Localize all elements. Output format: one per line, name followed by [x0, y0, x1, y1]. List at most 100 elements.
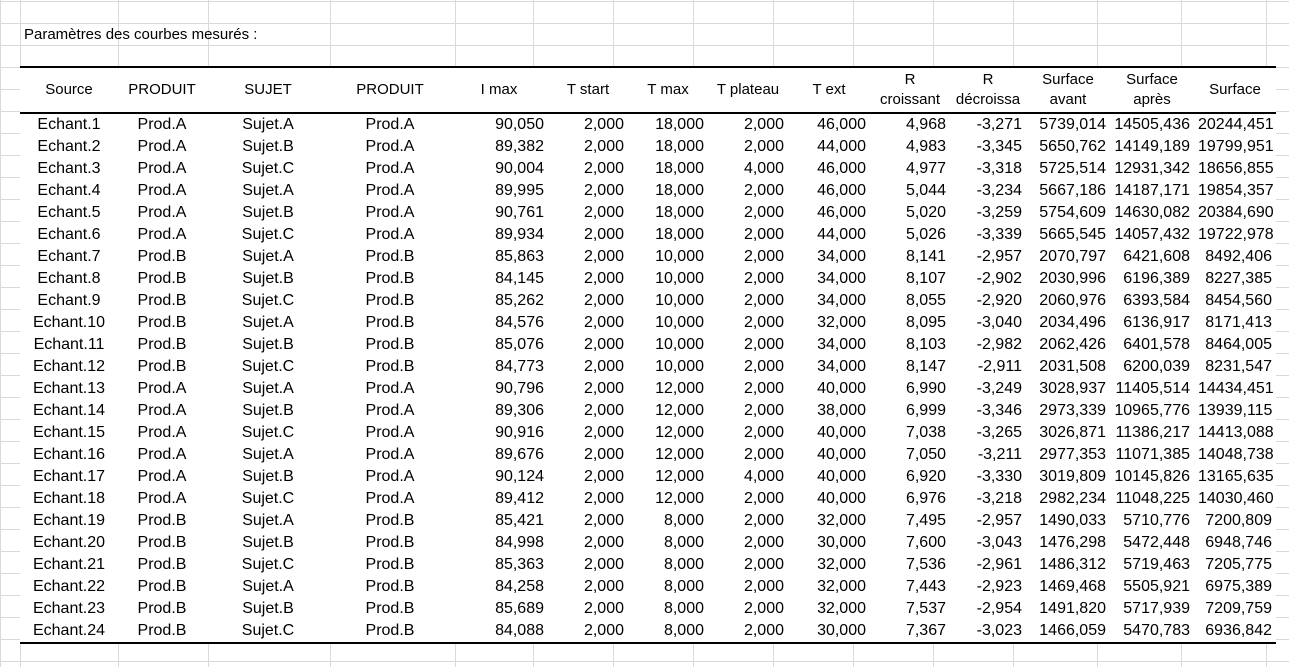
cell-source[interactable]: Echant.1: [20, 113, 118, 136]
header-t-plateau[interactable]: T plateau: [708, 66, 788, 114]
cell-r-decroissant[interactable]: -3,023: [950, 620, 1026, 644]
cell-produit[interactable]: Prod.A: [118, 444, 206, 466]
cell-t-max[interactable]: 8,000: [628, 554, 708, 576]
cell-t-start[interactable]: 2,000: [548, 532, 628, 554]
cell-t-ext[interactable]: 44,000: [788, 136, 870, 158]
cell-sujet[interactable]: Sujet.B: [206, 466, 330, 488]
cell-t-plateau[interactable]: 2,000: [708, 620, 788, 644]
sheet-title-cell[interactable]: Paramètres des courbes mesurés :: [24, 24, 257, 46]
header-r-decroissant[interactable]: Rdécroissa: [950, 66, 1026, 114]
cell-i-max[interactable]: 90,124: [450, 466, 548, 488]
cell-produit[interactable]: Prod.B: [118, 246, 206, 268]
header-r-croissant[interactable]: Rcroissant: [870, 66, 950, 114]
cell-surface-apres[interactable]: 14149,189: [1110, 136, 1194, 158]
cell-surface[interactable]: 13939,115: [1194, 400, 1276, 422]
cell-r-croissant[interactable]: 7,443: [870, 576, 950, 598]
cell-t-ext[interactable]: 30,000: [788, 620, 870, 644]
cell-i-max[interactable]: 90,050: [450, 113, 548, 136]
cell-t-ext[interactable]: 44,000: [788, 224, 870, 246]
cell-produit[interactable]: Prod.A: [118, 136, 206, 158]
cell-produit-2[interactable]: Prod.A: [330, 444, 450, 466]
cell-surface-apres[interactable]: 6136,917: [1110, 312, 1194, 334]
cell-surface-avant[interactable]: 5739,014: [1026, 113, 1110, 136]
cell-produit[interactable]: Prod.A: [118, 224, 206, 246]
cell-t-start[interactable]: 2,000: [548, 488, 628, 510]
cell-source[interactable]: Echant.2: [20, 136, 118, 158]
cell-surface-apres[interactable]: 14505,436: [1110, 113, 1194, 136]
cell-surface[interactable]: 8231,547: [1194, 356, 1276, 378]
cell-sujet[interactable]: Sujet.A: [206, 444, 330, 466]
cell-r-decroissant[interactable]: -3,271: [950, 113, 1026, 136]
cell-t-max[interactable]: 12,000: [628, 422, 708, 444]
cell-produit[interactable]: Prod.B: [118, 598, 206, 620]
cell-t-max[interactable]: 8,000: [628, 510, 708, 532]
cell-produit-2[interactable]: Prod.A: [330, 224, 450, 246]
cell-t-plateau[interactable]: 2,000: [708, 532, 788, 554]
cell-surface[interactable]: 14434,451: [1194, 378, 1276, 400]
cell-t-ext[interactable]: 34,000: [788, 356, 870, 378]
cell-source[interactable]: Echant.4: [20, 180, 118, 202]
cell-source[interactable]: Echant.16: [20, 444, 118, 466]
cell-t-start[interactable]: 2,000: [548, 620, 628, 644]
cell-surface[interactable]: 8227,385: [1194, 268, 1276, 290]
cell-i-max[interactable]: 84,576: [450, 312, 548, 334]
cell-t-max[interactable]: 10,000: [628, 356, 708, 378]
cell-t-start[interactable]: 2,000: [548, 334, 628, 356]
cell-i-max[interactable]: 85,262: [450, 290, 548, 312]
cell-i-max[interactable]: 89,412: [450, 488, 548, 510]
cell-r-croissant[interactable]: 7,536: [870, 554, 950, 576]
cell-sujet[interactable]: Sujet.B: [206, 598, 330, 620]
cell-t-plateau[interactable]: 2,000: [708, 290, 788, 312]
cell-t-plateau[interactable]: 2,000: [708, 224, 788, 246]
cell-r-croissant[interactable]: 7,050: [870, 444, 950, 466]
cell-source[interactable]: Echant.5: [20, 202, 118, 224]
cell-t-ext[interactable]: 34,000: [788, 246, 870, 268]
cell-r-decroissant[interactable]: -2,957: [950, 510, 1026, 532]
cell-r-croissant[interactable]: 8,103: [870, 334, 950, 356]
cell-sujet[interactable]: Sujet.C: [206, 290, 330, 312]
cell-produit[interactable]: Prod.A: [118, 180, 206, 202]
cell-produit[interactable]: Prod.B: [118, 268, 206, 290]
cell-surface[interactable]: 19799,951: [1194, 136, 1276, 158]
cell-surface[interactable]: 19722,978: [1194, 224, 1276, 246]
cell-surface-apres[interactable]: 10145,826: [1110, 466, 1194, 488]
cell-produit-2[interactable]: Prod.B: [330, 334, 450, 356]
cell-produit[interactable]: Prod.A: [118, 422, 206, 444]
cell-r-decroissant[interactable]: -3,345: [950, 136, 1026, 158]
cell-produit[interactable]: Prod.B: [118, 576, 206, 598]
cell-r-decroissant[interactable]: -3,339: [950, 224, 1026, 246]
cell-t-plateau[interactable]: 2,000: [708, 312, 788, 334]
cell-surface-apres[interactable]: 14630,082: [1110, 202, 1194, 224]
cell-r-decroissant[interactable]: -3,040: [950, 312, 1026, 334]
cell-t-max[interactable]: 12,000: [628, 444, 708, 466]
cell-t-plateau[interactable]: 2,000: [708, 422, 788, 444]
header-surface-apres[interactable]: Surface après: [1110, 66, 1194, 114]
cell-produit[interactable]: Prod.B: [118, 532, 206, 554]
cell-t-max[interactable]: 8,000: [628, 532, 708, 554]
cell-sujet[interactable]: Sujet.C: [206, 158, 330, 180]
cell-t-ext[interactable]: 46,000: [788, 113, 870, 136]
cell-t-start[interactable]: 2,000: [548, 598, 628, 620]
cell-t-ext[interactable]: 32,000: [788, 576, 870, 598]
cell-t-max[interactable]: 18,000: [628, 180, 708, 202]
cell-t-plateau[interactable]: 2,000: [708, 356, 788, 378]
cell-surface[interactable]: 19854,357: [1194, 180, 1276, 202]
cell-t-max[interactable]: 18,000: [628, 158, 708, 180]
cell-i-max[interactable]: 85,076: [450, 334, 548, 356]
cell-surface-avant[interactable]: 2977,353: [1026, 444, 1110, 466]
cell-surface-avant[interactable]: 3019,809: [1026, 466, 1110, 488]
cell-r-decroissant[interactable]: -3,249: [950, 378, 1026, 400]
cell-source[interactable]: Echant.18: [20, 488, 118, 510]
cell-t-ext[interactable]: 32,000: [788, 510, 870, 532]
cell-produit[interactable]: Prod.B: [118, 290, 206, 312]
cell-sujet[interactable]: Sujet.A: [206, 510, 330, 532]
cell-t-ext[interactable]: 40,000: [788, 444, 870, 466]
cell-produit-2[interactable]: Prod.A: [330, 113, 450, 136]
cell-i-max[interactable]: 90,004: [450, 158, 548, 180]
cell-r-decroissant[interactable]: -3,265: [950, 422, 1026, 444]
cell-sujet[interactable]: Sujet.A: [206, 576, 330, 598]
cell-t-plateau[interactable]: 4,000: [708, 158, 788, 180]
cell-produit[interactable]: Prod.A: [118, 202, 206, 224]
cell-t-max[interactable]: 12,000: [628, 378, 708, 400]
cell-produit-2[interactable]: Prod.A: [330, 378, 450, 400]
